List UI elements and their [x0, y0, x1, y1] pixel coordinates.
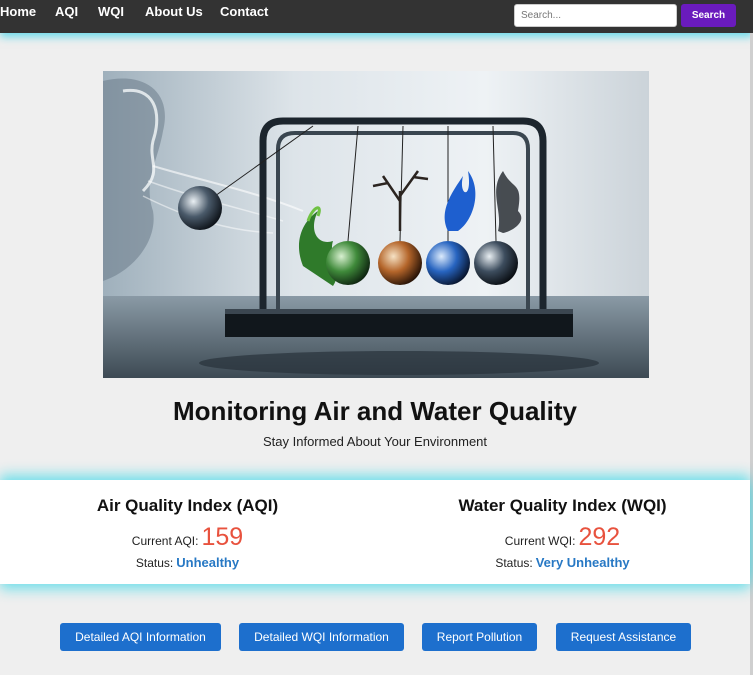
index-panel: Air Quality Index (AQI) Current AQI: 159 …	[0, 480, 750, 584]
aqi-status: Unhealthy	[176, 555, 240, 570]
page: Home AQI WQI About Us Contact Search... …	[0, 0, 753, 675]
aqi-value-label: Current AQI:	[131, 534, 199, 548]
wqi-heading: Water Quality Index (WQI)	[458, 496, 667, 515]
wqi-value-line: Current WQI: 292	[375, 523, 750, 552]
report-pollution-button[interactable]: Report Pollution	[422, 623, 537, 651]
page-title: Monitoring Air and Water Quality	[173, 396, 577, 426]
detailed-aqi-button[interactable]: Detailed AQI Information	[60, 623, 221, 651]
aqi-value-line: Current AQI: 159	[0, 523, 375, 552]
wqi-status-label: Status:	[495, 556, 533, 570]
wqi-status: Very Unhealthy	[535, 555, 630, 570]
nav-link-about-us[interactable]: About Us	[145, 4, 203, 19]
wqi-card: Water Quality Index (WQI) Current WQI: 29…	[375, 480, 750, 584]
aqi-heading: Air Quality Index (AQI)	[96, 496, 279, 515]
aqi-card: Air Quality Index (AQI) Current AQI: 159 …	[0, 480, 375, 584]
wqi-value-label: Current WQI:	[504, 534, 576, 548]
aqi-status-line: Status: Unhealthy	[0, 555, 375, 570]
search-button[interactable]: Search	[681, 4, 736, 27]
nav-link-aqi[interactable]: AQI	[55, 4, 78, 19]
detailed-wqi-button[interactable]: Detailed WQI Information	[239, 623, 404, 651]
aqi-status-label: Status:	[135, 556, 174, 570]
request-assistance-button[interactable]: Request Assistance	[556, 623, 691, 651]
wqi-value: 292	[578, 523, 621, 551]
nav-link-wqi[interactable]: WQI	[98, 4, 124, 19]
aqi-value: 159	[201, 523, 244, 551]
nav-link-home[interactable]: Home	[0, 4, 36, 19]
wqi-status-line: Status: Very Unhealthy	[375, 555, 750, 570]
search-input[interactable]	[514, 4, 677, 27]
hero-image	[103, 71, 649, 378]
navbar: Home AQI WQI About Us Contact Search	[0, 0, 753, 33]
page-subtitle: Stay Informed About Your Environment	[262, 434, 488, 449]
nav-link-contact[interactable]: Contact	[220, 4, 268, 19]
